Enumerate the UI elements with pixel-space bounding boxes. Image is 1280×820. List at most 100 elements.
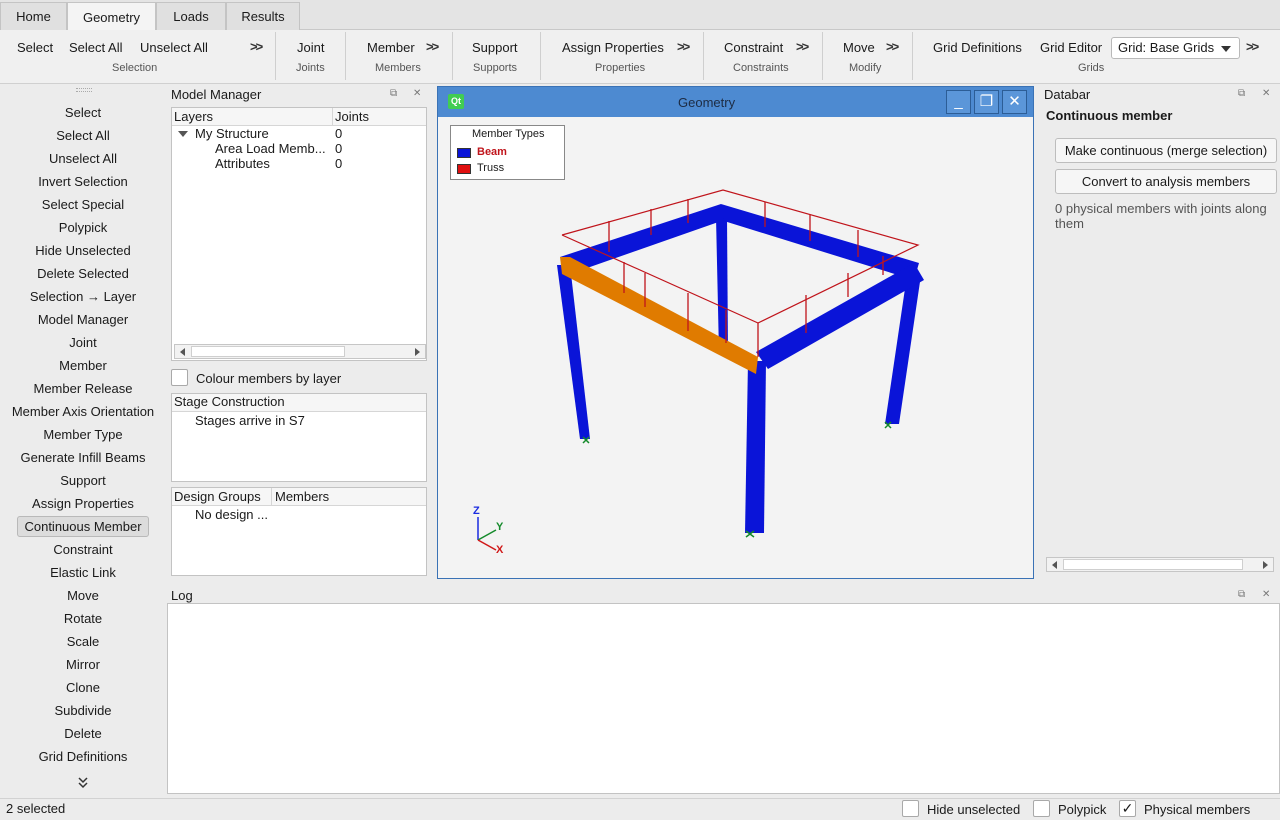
minimize-button[interactable]: _ [946,90,971,114]
tab-geometry-label: Geometry [82,9,141,25]
tool-rotate[interactable]: Rotate [0,611,166,626]
close-icon[interactable]: ✕ [1262,590,1271,600]
tool-select[interactable]: Select [0,105,166,120]
tool-support[interactable]: Support [0,473,166,488]
layer-row-label[interactable]: Area Load Memb... [215,141,326,156]
layer-row-label[interactable]: My Structure [195,126,269,141]
tool-label: Rotate [63,611,103,626]
beam-front-selected[interactable] [560,257,758,374]
scroll-left-icon[interactable] [180,348,185,356]
ribbon-support-button[interactable]: Support [472,40,518,55]
geometry-window-title: Geometry [678,95,736,110]
databar-horizontal-scrollbar[interactable] [1046,557,1274,572]
restore-button[interactable]: ❐ [974,90,999,114]
scroll-down-icon[interactable] [77,776,89,790]
tool-delete[interactable]: Delete [0,726,166,741]
ribbon-select-button[interactable]: Select [17,40,53,55]
tool-select-special[interactable]: Select Special [0,197,166,212]
column-header-layers[interactable]: Layers [174,109,213,124]
float-icon[interactable]: ⧉ [1238,590,1247,600]
ribbon-assign-properties-button[interactable]: Assign Properties [562,40,664,55]
grid-select[interactable]: Grid: Base Grids [1111,37,1240,59]
log-output[interactable] [167,603,1280,794]
tool-label: Constraint [53,542,113,557]
ribbon-unselect-all-button[interactable]: Unselect All [140,40,208,55]
ribbon-grid-definitions-button[interactable]: Grid Definitions [933,40,1022,55]
selection-more-icon[interactable]: >> [250,39,263,54]
tool-mirror[interactable]: Mirror [0,657,166,672]
geometry-title-bar[interactable]: Qt Geometry _ ❐ ✕ [438,87,1033,117]
polypick-checkbox[interactable] [1033,800,1050,817]
tool-selection-to-layer[interactable]: Selection → Layer [0,289,166,304]
ribbon-move-button[interactable]: Move [843,40,875,55]
tool-member-axis-orientation[interactable]: Member Axis Orientation [0,404,166,419]
ribbon-select-all-button[interactable]: Select All [69,40,122,55]
tool-invert-selection[interactable]: Invert Selection [0,174,166,189]
tool-label: Scale [66,634,100,649]
close-icon[interactable]: ✕ [413,89,422,99]
scroll-left-icon[interactable] [1052,561,1057,569]
hide-unselected-checkbox[interactable] [902,800,919,817]
close-window-button[interactable]: ✕ [1002,90,1027,114]
ribbon-grid-editor-button[interactable]: Grid Editor [1040,40,1102,55]
tab-results[interactable]: Results [226,2,300,30]
tool-member-release[interactable]: Member Release [0,381,166,396]
modify-more-icon[interactable]: >> [886,39,899,54]
ribbon-joint-button[interactable]: Joint [297,40,324,55]
members-more-icon[interactable]: >> [426,39,439,54]
tab-loads[interactable]: Loads [156,2,226,30]
scrollbar-thumb[interactable] [191,346,345,357]
tool-select-all[interactable]: Select All [0,128,166,143]
ribbon-constraint-button[interactable]: Constraint [724,40,783,55]
tool-constraint[interactable]: Constraint [0,542,166,557]
tool-elastic-link[interactable]: Elastic Link [0,565,166,580]
grids-more-icon[interactable]: >> [1246,39,1259,54]
layers-horizontal-scrollbar[interactable] [174,344,426,359]
grip-handle[interactable] [76,88,92,92]
float-icon[interactable]: ⧉ [390,89,399,99]
tool-member[interactable]: Member [0,358,166,373]
column-header-design-groups[interactable]: Design Groups [174,489,261,504]
design-group-item[interactable]: No design ... [195,507,268,522]
tab-geometry[interactable]: Geometry [67,2,156,31]
convert-to-analysis-button[interactable]: Convert to analysis members [1055,169,1277,194]
column-front-corner[interactable] [745,361,766,533]
tool-continuous-member[interactable]: Continuous Member [0,516,166,537]
column-header-joints[interactable]: Joints [335,109,369,124]
constraints-more-icon[interactable]: >> [796,39,809,54]
databar-info-text: 0 physical members with joints along the… [1055,201,1267,231]
expand-arrow-icon[interactable] [178,130,188,138]
tool-hide-unselected[interactable]: Hide Unselected [0,243,166,258]
column-front-left[interactable] [557,265,590,439]
tool-delete-selected[interactable]: Delete Selected [0,266,166,281]
column-header-members[interactable]: Members [275,489,329,504]
tool-grid-definitions[interactable]: Grid Definitions [0,749,166,764]
tool-generate-infill-beams[interactable]: Generate Infill Beams [0,450,166,465]
tool-assign-properties[interactable]: Assign Properties [0,496,166,511]
ribbon-member-button[interactable]: Member [367,40,415,55]
scroll-right-icon[interactable] [1263,561,1268,569]
structure-viewport[interactable] [438,117,1033,578]
physical-members-checkbox[interactable]: ✓ [1119,800,1136,817]
tool-member-type[interactable]: Member Type [0,427,166,442]
tool-clone[interactable]: Clone [0,680,166,695]
tool-unselect-all[interactable]: Unselect All [0,151,166,166]
beam-back-left[interactable] [560,204,727,274]
scroll-right-icon[interactable] [415,348,420,356]
stage-construction-item[interactable]: Stages arrive in S7 [195,413,305,428]
tool-joint[interactable]: Joint [0,335,166,350]
scrollbar-thumb[interactable] [1063,559,1243,570]
tool-subdivide[interactable]: Subdivide [0,703,166,718]
tool-move[interactable]: Move [0,588,166,603]
tool-model-manager[interactable]: Model Manager [0,312,166,327]
float-icon[interactable]: ⧉ [1238,89,1247,99]
tool-scale[interactable]: Scale [0,634,166,649]
beam-back-right[interactable] [721,204,919,280]
make-continuous-button[interactable]: Make continuous (merge selection) [1055,138,1277,163]
properties-more-icon[interactable]: >> [677,39,690,54]
colour-by-layer-checkbox[interactable] [171,369,188,386]
tab-home[interactable]: Home [0,2,67,30]
tool-polypick[interactable]: Polypick [0,220,166,235]
close-icon[interactable]: ✕ [1262,89,1271,99]
layer-row-label[interactable]: Attributes [215,156,270,171]
